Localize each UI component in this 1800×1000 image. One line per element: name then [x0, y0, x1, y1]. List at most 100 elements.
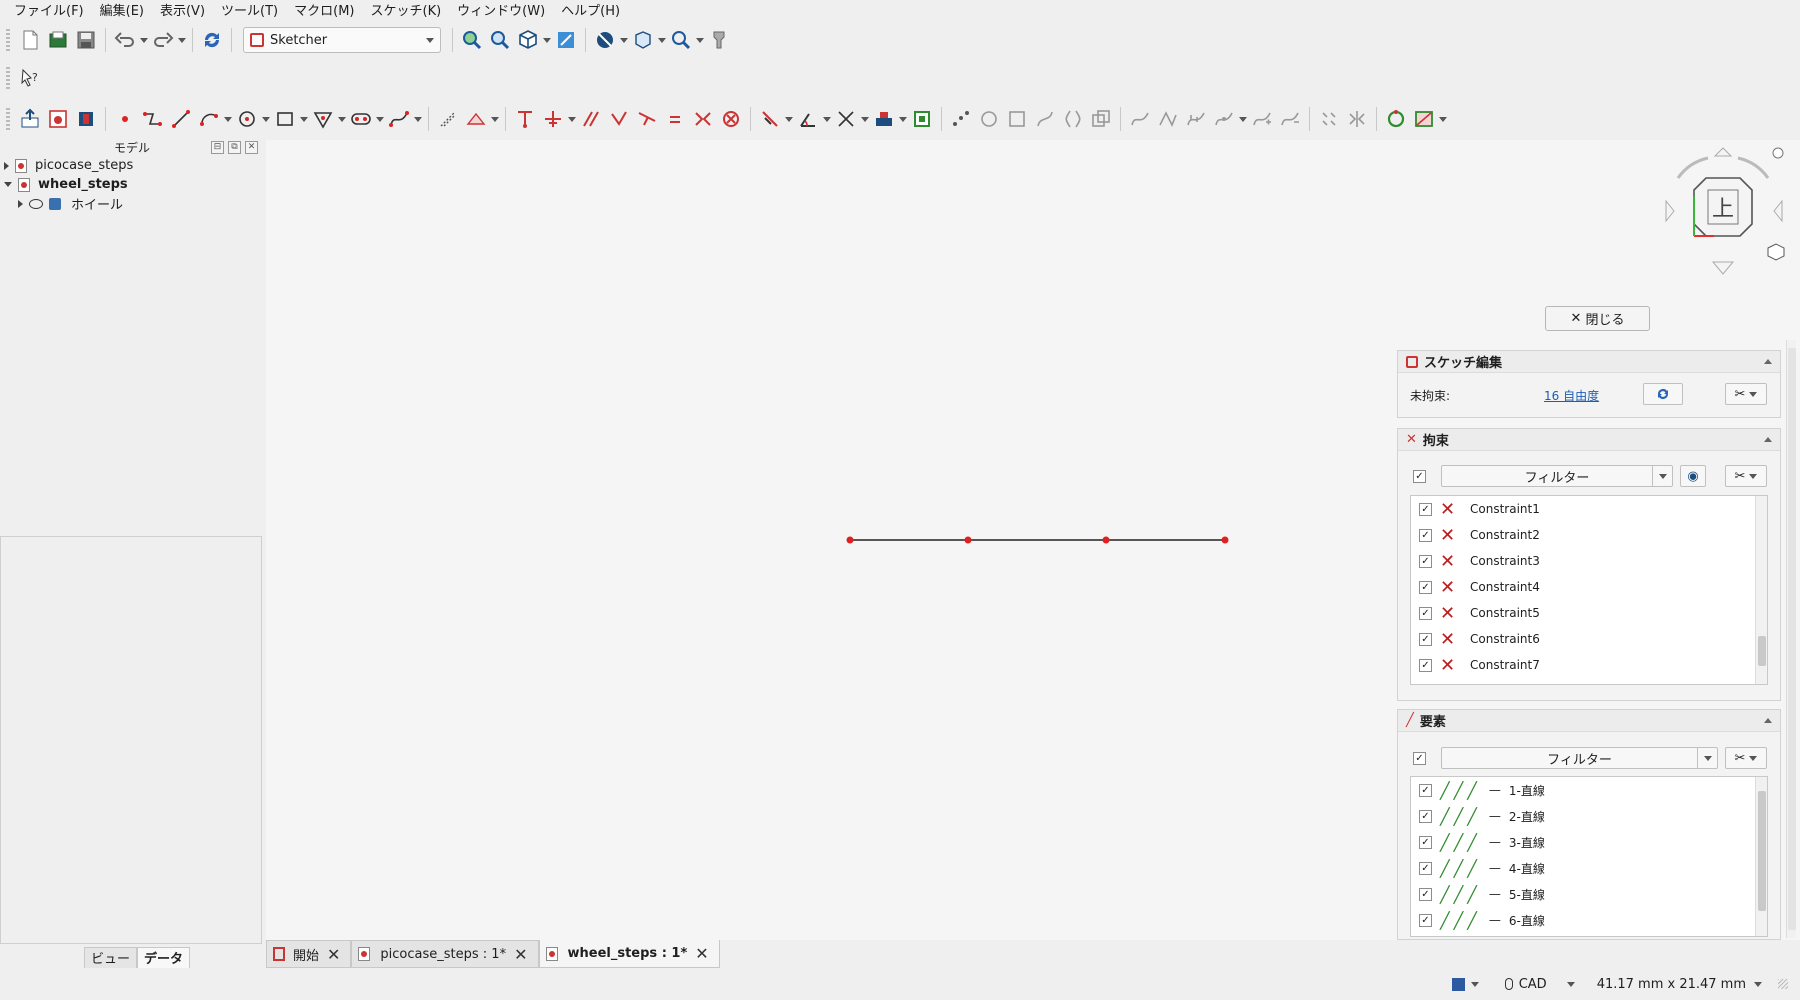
list-item[interactable]: ✓ ✕ Constraint4: [1411, 574, 1767, 600]
arc-dropdown[interactable]: [223, 105, 233, 133]
close-tab-icon[interactable]: ✕: [327, 945, 340, 964]
undo-dropdown[interactable]: [139, 26, 149, 54]
rectangle-dropdown[interactable]: [299, 105, 309, 133]
bspline-icon[interactable]: [385, 105, 413, 133]
circle-icon[interactable]: [233, 105, 261, 133]
float-icon[interactable]: ⧉: [228, 141, 241, 154]
trim-dropdown[interactable]: [860, 105, 870, 133]
settings-button[interactable]: ✂: [1725, 383, 1767, 405]
trim-icon[interactable]: [832, 105, 860, 133]
std-views-dropdown[interactable]: [657, 26, 667, 54]
collapse-icon[interactable]: [1764, 714, 1772, 723]
checkbox[interactable]: ✓: [1419, 861, 1432, 875]
checkbox[interactable]: ✓: [1419, 887, 1432, 901]
toolbar-grip[interactable]: [6, 29, 10, 51]
open-document-icon[interactable]: [44, 26, 72, 54]
scrollbar-thumb[interactable]: [1758, 791, 1766, 911]
tree-item-picocase[interactable]: picocase_steps: [0, 156, 264, 175]
list-item[interactable]: ✓ ╱╱╱ —2-直線: [1411, 803, 1767, 829]
view-section-icon[interactable]: [72, 105, 100, 133]
color-square-icon[interactable]: [1451, 977, 1479, 991]
arc-icon[interactable]: [195, 105, 223, 133]
fillet-icon[interactable]: [1382, 105, 1410, 133]
constrain-dropdown[interactable]: [567, 105, 577, 133]
task-panel-scrollbar[interactable]: [1786, 340, 1796, 938]
distance-dropdown[interactable]: [784, 105, 794, 133]
select-horizontal-axis-icon[interactable]: [1003, 105, 1031, 133]
menu-dot-icon[interactable]: [1772, 147, 1784, 159]
list-item[interactable]: ✓ ╱╱╱ —6-直線: [1411, 907, 1767, 933]
checkbox[interactable]: ✓: [1419, 580, 1432, 594]
close-button[interactable]: ✕ 閉じる: [1545, 306, 1650, 331]
list-item[interactable]: ✓ ✕ Constraint6: [1411, 626, 1767, 652]
scrollbar-thumb[interactable]: [1788, 348, 1796, 930]
slot-icon[interactable]: [347, 105, 375, 133]
leave-sketch-icon[interactable]: [16, 105, 44, 133]
menu-window[interactable]: ウィンドウ(W): [449, 0, 553, 24]
list-item[interactable]: ✓ ╱╱╱ —1-直線: [1411, 777, 1767, 803]
list-item[interactable]: ✓ ✕ Constraint7: [1411, 652, 1767, 678]
checkbox[interactable]: ✓: [1419, 606, 1432, 620]
whats-this-icon[interactable]: ?: [16, 64, 44, 92]
constraint-settings-button[interactable]: ✂: [1725, 465, 1767, 487]
navigation-cube[interactable]: 上: [1656, 144, 1790, 278]
checkbox[interactable]: ✓: [1419, 632, 1432, 646]
collapse-arrow-icon[interactable]: [4, 182, 12, 187]
navigation-style[interactable]: CAD: [1504, 977, 1575, 992]
tree-item-wheel-body[interactable]: ホイール: [0, 194, 264, 213]
toolbar-grip[interactable]: [6, 108, 10, 130]
constrain-angle-icon[interactable]: [794, 105, 822, 133]
new-document-icon[interactable]: [16, 26, 44, 54]
save-icon[interactable]: [72, 26, 100, 54]
carbon-copy-dropdown[interactable]: [1438, 105, 1448, 133]
show-hide-internal-icon[interactable]: [1031, 105, 1059, 133]
mirror-icon[interactable]: [1343, 105, 1371, 133]
tab-picocase-steps[interactable]: picocase_steps : 1* ✕: [351, 940, 539, 968]
polyline-icon[interactable]: [139, 105, 167, 133]
workbench-selector[interactable]: Sketcher: [243, 27, 441, 53]
symmetry-icon[interactable]: [1059, 105, 1087, 133]
slot-dropdown[interactable]: [375, 105, 385, 133]
refresh-icon[interactable]: [198, 26, 226, 54]
scrollbar[interactable]: [1755, 777, 1767, 936]
tab-wheel-steps[interactable]: wheel_steps : 1* ✕: [538, 940, 720, 968]
sketch-vertex[interactable]: [1102, 536, 1110, 544]
rectangle-icon[interactable]: [271, 105, 299, 133]
draw-style-icon[interactable]: [591, 26, 619, 54]
checkbox[interactable]: ✓: [1419, 809, 1432, 823]
checkbox[interactable]: ✓: [1419, 658, 1432, 672]
list-item[interactable]: ✓ ✕ Constraint2: [1411, 522, 1767, 548]
rectangular-array-icon[interactable]: [1315, 105, 1343, 133]
clone-icon[interactable]: [1087, 105, 1115, 133]
list-item[interactable]: ✓ ╱╱╱ —4-直線: [1411, 855, 1767, 881]
scrollbar-thumb[interactable]: [1758, 636, 1766, 666]
fit-selection-icon[interactable]: [486, 26, 514, 54]
checkbox[interactable]: ✓: [1419, 502, 1432, 516]
bspline-decrease-icon[interactable]: [1276, 105, 1304, 133]
driving-dropdown[interactable]: [898, 105, 908, 133]
panel-header[interactable]: スケッチ編集: [1398, 351, 1780, 373]
panel-header[interactable]: ✕ 拘束: [1398, 429, 1780, 451]
arrow-right-icon[interactable]: [1773, 199, 1783, 223]
polygon-icon[interactable]: [309, 105, 337, 133]
list-item[interactable]: ✓ ✕ Constraint5: [1411, 600, 1767, 626]
select-constraints-icon[interactable]: [947, 105, 975, 133]
select-origin-icon[interactable]: [975, 105, 1003, 133]
polygon-dropdown[interactable]: [337, 105, 347, 133]
bspline-polygon-icon[interactable]: [1154, 105, 1182, 133]
point-icon[interactable]: [111, 105, 139, 133]
angle-dropdown[interactable]: [822, 105, 832, 133]
dof-link[interactable]: 16 自由度: [1544, 387, 1599, 404]
checkbox[interactable]: ✓: [1419, 528, 1432, 542]
toolbar-grip[interactable]: [6, 67, 10, 89]
sketch-vertex[interactable]: [846, 536, 854, 544]
view-cube-icon[interactable]: [514, 26, 542, 54]
list-item[interactable]: ✓ ✕ Constraint1: [1411, 496, 1767, 522]
checkbox[interactable]: ✓: [1419, 835, 1432, 849]
arrow-left-icon[interactable]: [1665, 199, 1675, 223]
line-icon[interactable]: [167, 105, 195, 133]
sketch-vertex[interactable]: [1221, 536, 1229, 544]
constrain-tangent-icon[interactable]: [633, 105, 661, 133]
toggle-active-icon[interactable]: [908, 105, 936, 133]
menu-edit[interactable]: 編集(E): [92, 0, 152, 24]
